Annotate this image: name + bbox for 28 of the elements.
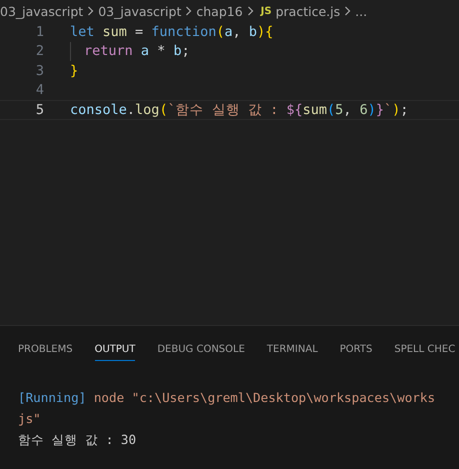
code-line: } <box>70 62 78 79</box>
breadcrumb-item[interactable]: ... <box>355 4 368 18</box>
output-line: [Running] node "c:\Users\greml\Desktop\workspaces\works <box>18 390 436 407</box>
breadcrumb-item[interactable]: 03_javascript <box>0 4 84 18</box>
line-number: 4 <box>34 82 44 98</box>
panel-tab[interactable]: OUTPUT <box>94 338 136 361</box>
line-number: 5 <box>34 102 44 118</box>
panel-tab[interactable]: PROBLEMS <box>18 338 73 360</box>
panel-tab[interactable]: TERMINAL <box>266 338 318 360</box>
line-number: 2 <box>34 43 44 60</box>
chevron-icon <box>185 6 192 16</box>
file-type-icon: JS <box>260 6 272 16</box>
output-line: 함수 실행 값 : 30 <box>18 432 138 449</box>
code-line: return a * b; <box>84 43 190 60</box>
breadcrumb-item[interactable]: practice.js <box>276 4 340 18</box>
line-number: 1 <box>34 24 44 40</box>
chevron-icon <box>246 6 254 16</box>
panel-tab[interactable]: SPELL CHEC <box>394 338 456 360</box>
chevron-icon <box>87 6 94 16</box>
chevron-icon <box>344 6 352 16</box>
line-number: 3 <box>34 62 44 79</box>
code-line: let sum = function(a, b){ <box>70 24 274 40</box>
breadcrumb-item[interactable]: 03_javascript <box>98 4 182 18</box>
breadcrumb-item[interactable]: chap16 <box>196 4 243 18</box>
code-line: console.log(`함수 실행 값 : ${sum(5, 6)}`); <box>70 100 408 119</box>
panel-tab[interactable]: PORTS <box>340 338 372 360</box>
output-line: js" <box>18 411 42 428</box>
panel-tab[interactable]: DEBUG CONSOLE <box>157 338 245 360</box>
